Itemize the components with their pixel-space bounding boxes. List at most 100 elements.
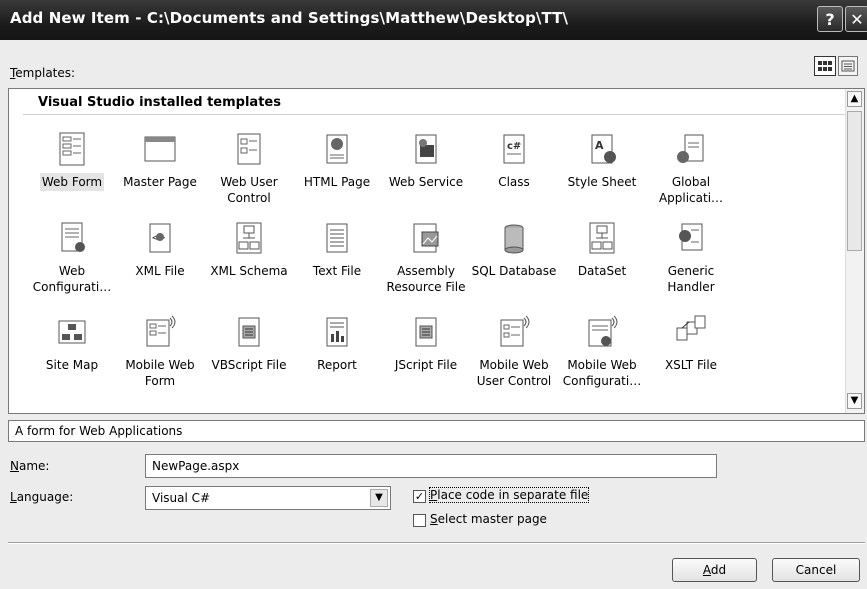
- add-button-accel: A: [702, 563, 711, 577]
- template-item-label: XML File: [135, 264, 185, 278]
- header-divider: [23, 114, 846, 115]
- template-item[interactable]: SQL Database: [467, 220, 561, 280]
- template-item-label: Mobile Web User Control: [476, 358, 552, 388]
- mobile-web-form-icon: [146, 315, 176, 347]
- sql-database-icon: [504, 224, 524, 254]
- template-item[interactable]: Mobile Web Form: [113, 314, 207, 390]
- master-page-label[interactable]: Select master page: [430, 512, 547, 526]
- template-item-label: Generic Handler: [667, 264, 715, 294]
- text-file-icon: [326, 223, 348, 253]
- xml-file-icon: <>: [149, 223, 171, 253]
- name-label-rest: ame:: [18, 459, 50, 473]
- template-item-label: VBScript File: [211, 358, 287, 372]
- template-item-label: Text File: [312, 264, 362, 278]
- footer-divider: [8, 542, 865, 544]
- template-item-label: Web Form: [39, 173, 105, 191]
- template-item[interactable]: XSLT File: [644, 314, 738, 374]
- web-user-control-icon: [237, 133, 261, 165]
- vbscript-file-icon: [238, 317, 260, 347]
- mobile-web-configuration-icon: [588, 315, 618, 347]
- template-item-label: Web Service: [388, 175, 464, 189]
- installed-templates-header: Visual Studio installed templates: [38, 95, 281, 110]
- close-button[interactable]: ✕: [845, 6, 867, 32]
- template-item[interactable]: <> XML File: [113, 220, 207, 280]
- template-item-label: Web Configurati…: [32, 264, 112, 294]
- name-label: Name:: [10, 459, 49, 473]
- template-item[interactable]: Report: [290, 314, 384, 374]
- templates-label: Templates:: [10, 66, 75, 80]
- large-icons-icon: [818, 61, 832, 71]
- template-item-label: Style Sheet: [567, 175, 637, 189]
- class-icon: c#: [503, 134, 525, 164]
- master-page-checkbox[interactable]: [413, 514, 426, 527]
- master-page-rest: elect master page: [437, 512, 547, 526]
- jscript-file-icon: [415, 317, 437, 347]
- template-item[interactable]: Site Map: [25, 314, 119, 374]
- scroll-up-icon[interactable]: ▲: [847, 91, 862, 107]
- template-item[interactable]: HTML Page: [290, 131, 384, 191]
- template-item-label: Web User Control: [220, 175, 278, 205]
- template-item-label: Global Applicati…: [658, 175, 724, 205]
- help-button[interactable]: ?: [817, 6, 843, 32]
- web-configuration-icon: [61, 222, 85, 252]
- template-item[interactable]: Master Page: [113, 131, 207, 191]
- template-item[interactable]: VBScript File: [202, 314, 296, 374]
- template-item[interactable]: DataSet: [555, 220, 649, 280]
- template-item[interactable]: Global Applicati…: [644, 131, 738, 207]
- language-label-accel: L: [10, 490, 17, 504]
- separate-code-label[interactable]: Place code in separate file: [428, 487, 590, 503]
- template-item[interactable]: Web User Control: [202, 131, 296, 207]
- svg-text:A: A: [595, 139, 604, 152]
- separate-code-checkbox[interactable]: ✓: [413, 490, 426, 503]
- template-item[interactable]: Generic Handler: [644, 220, 738, 296]
- template-item-label: Mobile Web Configurati…: [562, 358, 642, 388]
- assembly-resource-icon: [413, 223, 439, 253]
- template-item[interactable]: c# Class: [467, 131, 561, 191]
- language-label-rest: anguage:: [16, 490, 74, 504]
- template-item[interactable]: Text File: [290, 220, 384, 280]
- mobile-web-user-control-icon: [500, 315, 530, 347]
- window-title: Add New Item - C:\Documents and Settings…: [10, 9, 569, 27]
- template-item-label: Assembly Resource File: [386, 264, 466, 294]
- template-item[interactable]: XML Schema: [202, 220, 296, 280]
- chevron-down-icon[interactable]: ▼: [370, 489, 388, 507]
- web-form-icon: [59, 132, 85, 166]
- xslt-file-icon: [676, 315, 706, 341]
- template-item[interactable]: A Style Sheet: [555, 131, 649, 191]
- template-item[interactable]: Mobile Web User Control: [467, 314, 561, 390]
- template-item-label: Master Page: [123, 175, 197, 189]
- master-page-accel: S: [430, 512, 438, 526]
- global-application-icon: [677, 134, 704, 163]
- add-button[interactable]: Add: [672, 558, 757, 582]
- language-select[interactable]: Visual C# ▼: [145, 486, 391, 510]
- template-item[interactable]: Assembly Resource File: [379, 220, 473, 296]
- cancel-button[interactable]: Cancel: [772, 558, 860, 582]
- template-item-label: XSLT File: [664, 358, 718, 372]
- template-item-label: XML Schema: [210, 264, 288, 278]
- title-bar: Add New Item - C:\Documents and Settings…: [0, 0, 867, 40]
- scroll-thumb[interactable]: [847, 111, 862, 251]
- template-item[interactable]: Web Form: [25, 131, 119, 191]
- vertical-scrollbar[interactable]: ▲ ▼: [845, 89, 864, 413]
- web-service-icon: [415, 134, 437, 164]
- templates-list[interactable]: Visual Studio installed templates Web Fo…: [8, 88, 865, 414]
- template-item-label: Site Map: [45, 358, 99, 372]
- name-input[interactable]: NewPage.aspx: [145, 454, 717, 478]
- templates-label-rest: emplates:: [15, 66, 76, 80]
- small-icons-view-button[interactable]: [838, 56, 858, 76]
- template-item[interactable]: JScript File: [379, 314, 473, 374]
- template-description: A form for Web Applications: [8, 420, 865, 442]
- xml-schema-icon: [236, 222, 262, 254]
- large-icons-view-button[interactable]: [814, 56, 836, 76]
- template-item[interactable]: Mobile Web Configurati…: [555, 314, 649, 390]
- template-item[interactable]: Web Service: [379, 131, 473, 191]
- template-item[interactable]: Web Configurati…: [25, 220, 119, 296]
- master-page-icon: [144, 136, 176, 162]
- site-map-icon: [58, 320, 86, 344]
- language-value: Visual C#: [152, 491, 211, 505]
- add-button-rest: dd: [710, 563, 727, 577]
- scroll-down-icon[interactable]: ▼: [847, 393, 862, 409]
- svg-text:c#: c#: [507, 141, 521, 152]
- report-icon: [326, 317, 348, 347]
- list-view-icon: [841, 60, 855, 72]
